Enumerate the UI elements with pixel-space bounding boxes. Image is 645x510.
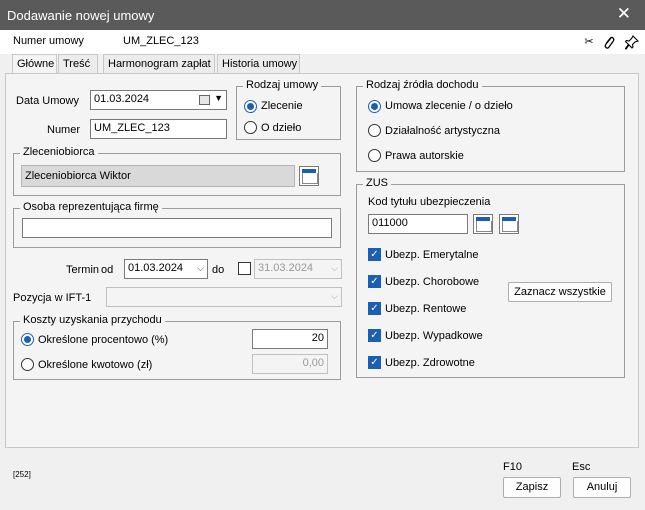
chevron-down-icon[interactable]: ▼ — [214, 93, 223, 103]
scissors-icon[interactable]: ✂ — [581, 35, 597, 48]
cancel-key-label: Esc — [572, 461, 591, 473]
zus-code-picker-icon[interactable] — [473, 214, 493, 234]
radio-umowa-zlecenie[interactable] — [368, 100, 381, 113]
zus-code-label: Kod tytułu ubezpieczenia — [368, 196, 491, 208]
radio-dzialalnosc[interactable] — [368, 124, 381, 137]
radio-umowa-zlecenie-label: Umowa zlecenie / o dzieło — [385, 100, 513, 112]
term-label: Termin — [66, 264, 100, 276]
income-source-title: Rodzaj źródła dochodu — [363, 79, 482, 91]
tab-harmonogram[interactable]: Harmonogram zapłat — [103, 54, 215, 74]
contractor-field: Zleceniobiorca Wiktor — [21, 165, 295, 187]
radio-percent-label: Określone procentowo (%) — [38, 334, 169, 346]
radio-prawa-autorskie[interactable] — [368, 149, 381, 162]
tab-historia[interactable]: Historia umowy — [217, 54, 300, 74]
checkbox-zdrowotne[interactable]: ✓ — [368, 356, 381, 369]
contract-header: Numer umowy UM_ZLEC_123 ✂ — [0, 30, 645, 54]
footer-code: [252] — [13, 470, 31, 479]
contract-type-title: Rodzaj umowy — [243, 79, 322, 91]
checkbox-wypadkowe-label: Ubezp. Wypadkowe — [385, 330, 483, 342]
title-bar: Dodawanie nowej umowy ✕ — [0, 0, 645, 30]
cancel-button[interactable]: Anuluj — [573, 477, 631, 498]
radio-dzialalnosc-label: Działalność artystyczna — [385, 125, 500, 137]
calendar-icon[interactable] — [199, 95, 210, 105]
tab-tresc[interactable]: Treść — [58, 54, 98, 74]
term-from-label: od — [101, 264, 114, 276]
radio-zlecenie[interactable] — [244, 100, 257, 113]
ift-select: ⌵ — [106, 287, 342, 307]
contractor-picker-icon[interactable] — [299, 166, 319, 186]
select-all-button[interactable]: Zaznacz wszystkie — [508, 282, 612, 302]
radio-zlecenie-label: Zlecenie — [261, 100, 303, 112]
costs-title: Koszty uzyskania przychodu — [20, 314, 165, 326]
date-input[interactable]: 01.03.2024 ▼ — [90, 90, 227, 110]
save-button[interactable]: Zapisz — [503, 477, 561, 498]
checkbox-emerytalne-label: Ubezp. Emerytalne — [385, 249, 479, 261]
contract-number-label: Numer umowy — [13, 35, 84, 47]
radio-o-dzielo-label: O dzieło — [261, 122, 302, 134]
term-to-input: 31.03.2024 ⌵ — [254, 259, 342, 279]
checkbox-emerytalne[interactable]: ✓ — [368, 248, 381, 261]
close-icon[interactable]: ✕ — [617, 4, 631, 24]
checkbox-rentowe[interactable]: ✓ — [368, 302, 381, 315]
radio-o-dzielo[interactable] — [244, 121, 257, 134]
ift-label: Pozycja w IFT-1 — [13, 292, 92, 304]
number-input[interactable]: UM_ZLEC_123 — [90, 119, 227, 139]
checkbox-wypadkowe[interactable]: ✓ — [368, 329, 381, 342]
chevron-down-icon: ⌵ — [331, 291, 338, 301]
date-value: 01.03.2024 — [94, 93, 150, 105]
zus-title: ZUS — [363, 177, 391, 189]
radio-percent[interactable] — [21, 333, 34, 346]
date-label: Data Umowy — [16, 95, 79, 107]
contractor-title: Zleceniobiorca — [20, 146, 98, 158]
checkbox-rentowe-label: Ubezp. Rentowe — [385, 303, 467, 315]
checkbox-chorobowe-label: Ubezp. Chorobowe — [385, 276, 480, 288]
checkbox-chorobowe[interactable]: ✓ — [368, 275, 381, 288]
window-title: Dodawanie nowej umowy — [7, 8, 155, 23]
zus-code-list-icon[interactable] — [499, 214, 519, 234]
paperclip-icon[interactable] — [601, 35, 617, 54]
contract-number-value: UM_ZLEC_123 — [123, 35, 199, 47]
term-from-input[interactable]: 01.03.2024 ⌵ — [124, 259, 208, 279]
zus-code-input[interactable]: 011000 — [368, 214, 468, 234]
term-to-value: 31.03.2024 — [258, 262, 314, 274]
radio-amount[interactable] — [21, 358, 34, 371]
pin-icon[interactable] — [624, 35, 640, 54]
radio-amount-label: Określone kwotowo (zł) — [38, 359, 153, 371]
representative-input[interactable] — [22, 218, 332, 238]
chevron-down-icon[interactable]: ⌵ — [197, 263, 204, 274]
representative-title: Osoba reprezentująca firmę — [20, 201, 162, 213]
tab-glowne[interactable]: Główne — [12, 54, 57, 74]
term-to-checkbox[interactable] — [238, 262, 251, 275]
number-label: Numer — [47, 124, 81, 136]
radio-prawa-autorskie-label: Prawa autorskie — [385, 150, 464, 162]
term-to-label: do — [212, 264, 225, 276]
chevron-down-icon: ⌵ — [331, 263, 338, 273]
percent-input[interactable]: 20 — [252, 329, 328, 349]
term-from-value: 01.03.2024 — [128, 262, 184, 274]
save-key-label: F10 — [503, 461, 522, 473]
amount-input: 0,00 — [252, 354, 328, 374]
checkbox-zdrowotne-label: Ubezp. Zdrowotne — [385, 357, 475, 369]
